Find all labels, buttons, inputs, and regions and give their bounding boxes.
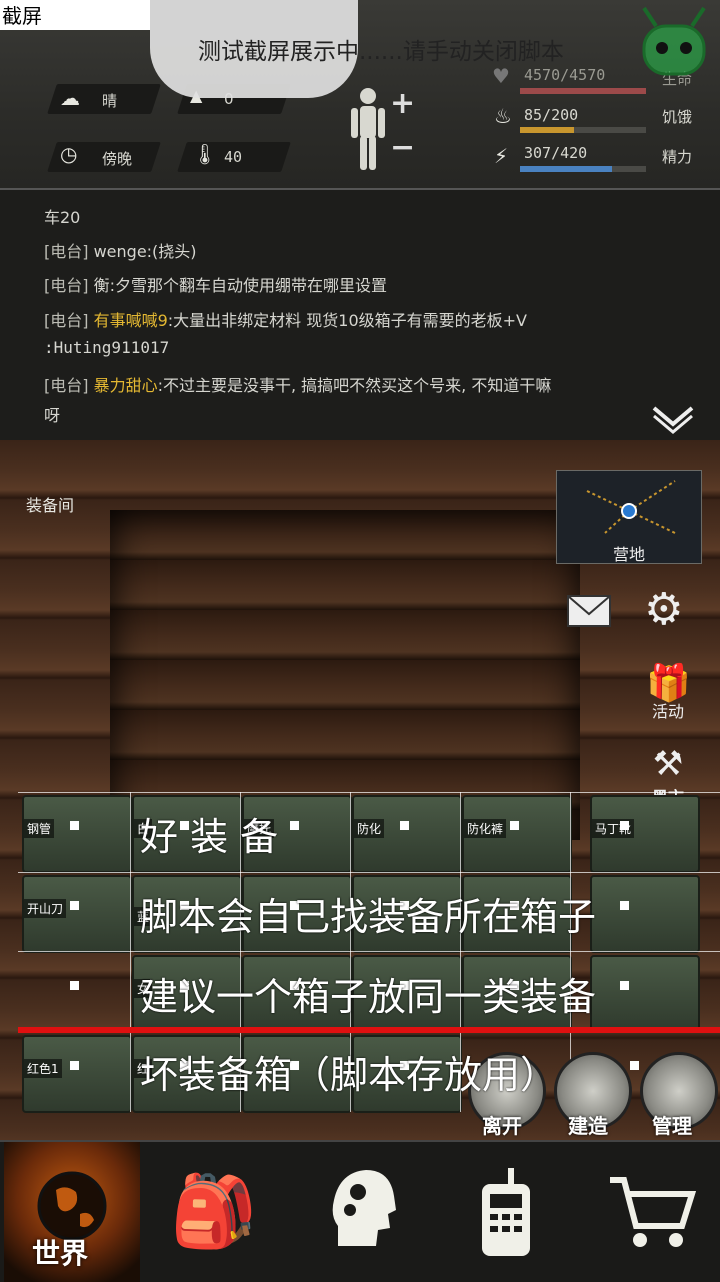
energy-bar-fill <box>520 166 612 172</box>
hp-bar-fill <box>520 88 646 94</box>
chat-line: 车20 <box>44 208 81 227</box>
chat-panel[interactable]: 车20 [电台] wenge:(挠头) [电台] 衡:夕雪那个翻车自动使用绷带在… <box>0 188 720 442</box>
grid-marker <box>510 821 519 830</box>
overlay-line-3: 建议一个箱子放同一类装备 <box>140 975 597 1019</box>
backpack-icon[interactable]: 🎒 <box>170 1170 257 1253</box>
divider-red-line <box>18 1027 720 1033</box>
stomach-icon: ♨ <box>494 104 512 128</box>
energy-value: 307/420 <box>524 144 588 162</box>
camp-label: 营地 <box>612 545 645 564</box>
minus-icon[interactable]: − <box>390 130 415 165</box>
manage-label[interactable]: 管理 <box>652 1110 692 1139</box>
shopping-cart-icon[interactable] <box>606 1174 696 1252</box>
grid-line <box>18 951 720 952</box>
leave-label[interactable]: 离开 <box>482 1110 522 1139</box>
hammer-icon[interactable]: ⚒ <box>646 744 690 784</box>
grid-marker <box>70 821 79 830</box>
grid-line <box>18 792 720 793</box>
overlay-good-gear: 好 装 备 <box>140 815 279 859</box>
clock-icon: ◷ <box>60 142 78 166</box>
activity-label[interactable]: 活动 <box>636 698 700 722</box>
grid-marker <box>70 1061 79 1070</box>
crate[interactable]: 钢管 <box>22 795 132 873</box>
time-text: 傍晚 <box>102 150 133 168</box>
chat-line: [电台] 衡:夕雪那个翻车自动使用绷带在哪里设置 <box>44 276 387 295</box>
chat-line: [电台] 暴力甜心:不过主要是没事干, 搞搞吧不然买这个号来, 不知道干嘛 <box>44 376 552 395</box>
toast-message: 测试截屏展示中......请手动关闭脚本 <box>198 39 564 65</box>
crate[interactable]: 马丁靴 <box>590 795 700 873</box>
tab-world[interactable]: 世界 <box>4 1142 140 1282</box>
grid-marker <box>70 901 79 910</box>
room-title: 装备间 <box>26 496 75 515</box>
grid-marker <box>290 821 299 830</box>
grid-marker <box>70 981 79 990</box>
overlay-bad-gear: 坏装备箱（脚本存放用） <box>140 1053 559 1097</box>
energy-label: 精力 <box>662 148 693 166</box>
chevron-down-icon[interactable] <box>650 404 696 434</box>
hp-value: 4570/4570 <box>524 66 606 84</box>
crate[interactable]: 开山刀 <box>22 875 132 953</box>
grid-marker <box>620 821 629 830</box>
crate[interactable]: 防化 <box>352 795 462 873</box>
weather-text: 晴 <box>102 92 118 110</box>
camp-map-button[interactable]: 营地 <box>556 470 702 564</box>
build-label[interactable]: 建造 <box>568 1110 608 1139</box>
crate[interactable]: 防化裤 <box>462 795 572 873</box>
screenshot-label: 截屏 <box>0 0 150 30</box>
body-figure-icon[interactable] <box>348 86 388 172</box>
temperature-text: 40 <box>224 148 243 166</box>
radio-icon[interactable] <box>478 1166 534 1258</box>
plus-icon[interactable]: + <box>390 86 415 121</box>
bottom-nav: 世界 🎒 <box>0 1140 720 1282</box>
crate[interactable] <box>590 955 700 1033</box>
grid-line <box>130 792 131 1112</box>
overlay-line-2: 脚本会自己找装备所在箱子 <box>140 895 597 939</box>
head-gears-icon[interactable] <box>328 1166 398 1252</box>
crate[interactable]: 红色1 <box>22 1035 132 1113</box>
grid-marker <box>620 901 629 910</box>
chat-line: :Huting911017 <box>44 338 170 357</box>
grid-marker <box>630 1061 639 1070</box>
thermometer-icon: 🌡 <box>192 142 218 166</box>
robot-icon[interactable] <box>632 4 716 82</box>
cloud-sun-icon: ☁ <box>60 86 80 110</box>
world-label: 世界 <box>32 1237 89 1270</box>
chat-line: [电台] wenge:(挠头) <box>44 242 197 261</box>
grid-line <box>18 872 720 873</box>
chat-line: 呀 <box>44 406 61 425</box>
map-icon <box>586 480 676 534</box>
room-back-wall <box>110 510 580 840</box>
hunger-label: 饥饿 <box>662 108 693 126</box>
chat-line: [电台] 有事喊喊9:大量出非绑定材料 现货10级箱子有需要的老板+V <box>44 311 527 330</box>
heart-icon: ♥ <box>492 64 510 88</box>
hunger-value: 85/200 <box>524 106 579 124</box>
lightning-icon: ⚡ <box>494 144 509 168</box>
gear-icon[interactable]: ⚙ <box>644 584 683 635</box>
hunger-bar-fill <box>520 127 574 133</box>
grid-marker <box>400 821 409 830</box>
mail-icon[interactable] <box>566 594 612 628</box>
grid-marker <box>620 981 629 990</box>
crate[interactable] <box>590 875 700 953</box>
